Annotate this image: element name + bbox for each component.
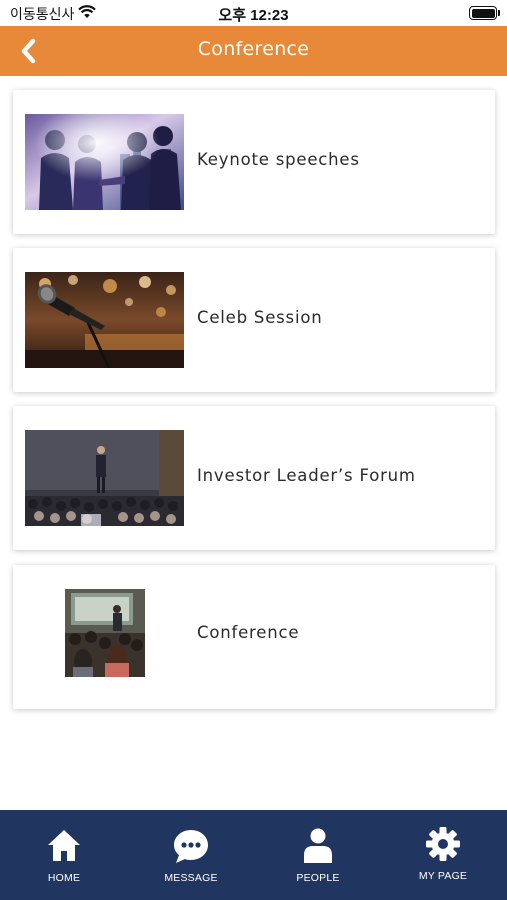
clock-time: 오후 12:23 [218, 7, 289, 24]
home-icon [48, 830, 80, 861]
session-label: Investor Leader’s Forum [197, 466, 416, 485]
status-bar: 이동통신사 오후 12:23 [0, 0, 507, 26]
battery-icon [469, 6, 497, 20]
nav-message[interactable]: MESSAGE [141, 810, 241, 900]
nav-home[interactable]: HOME [14, 810, 114, 900]
classroom-presentation-photo [65, 589, 145, 677]
speaker-audience-photo [25, 430, 184, 526]
bottom-navigation: HOME MESSAGE PEOPLE MY PAGE [0, 810, 507, 900]
nav-people-label: PEOPLE [296, 872, 340, 884]
battery-tip [498, 10, 500, 16]
person-icon [304, 828, 332, 863]
nav-my-page-label: MY PAGE [418, 870, 468, 882]
app-header: Conference [0, 26, 507, 76]
session-card-investor-forum[interactable]: Investor Leader’s Forum [13, 406, 495, 550]
session-label: Celeb Session [197, 308, 323, 327]
page-title: Conference [197, 38, 310, 60]
session-label: Keynote speeches [197, 150, 360, 169]
conference-screen: 이동통신사 오후 12:23 Conference Keynote speech… [0, 0, 507, 900]
nav-message-label: MESSAGE [164, 872, 218, 884]
session-card-celeb[interactable]: Celeb Session [13, 248, 495, 392]
nav-my-page[interactable]: MY PAGE [393, 810, 493, 900]
nav-home-label: HOME [47, 872, 81, 884]
session-label: Conference [197, 623, 300, 642]
microphone-stage-photo [25, 272, 184, 368]
gear-icon [426, 827, 460, 861]
session-card-conference[interactable]: Conference [13, 565, 495, 709]
chat-bubble-icon [174, 830, 208, 863]
session-card-keynote[interactable]: Keynote speeches [13, 90, 495, 234]
business-handshake-photo [25, 114, 184, 210]
nav-people[interactable]: PEOPLE [268, 810, 368, 900]
